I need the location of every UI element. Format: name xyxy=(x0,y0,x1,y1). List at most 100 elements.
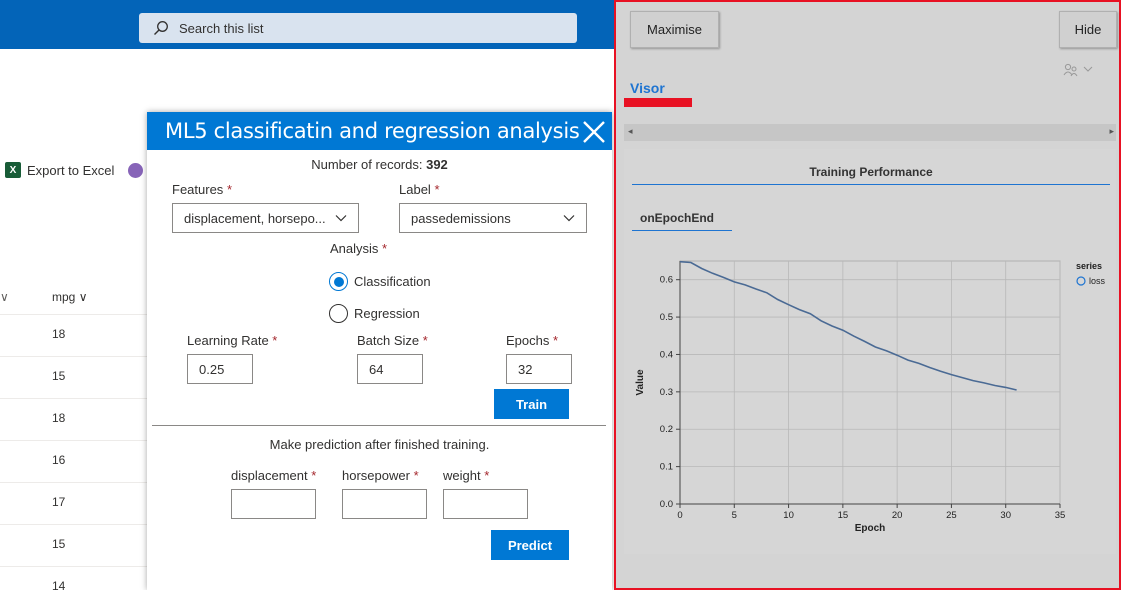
epochs-input[interactable]: 32 xyxy=(506,354,572,384)
features-label: Features * xyxy=(172,182,232,197)
tab-scrollbar[interactable]: ◂ ▸ xyxy=(624,124,1116,141)
scroll-left-icon[interactable]: ◂ xyxy=(628,126,633,137)
y-tick-label: 0.4 xyxy=(660,349,673,360)
learning-rate-label-text: Learning Rate xyxy=(187,333,269,348)
train-button[interactable]: Train xyxy=(494,389,569,419)
dialog-header: ML5 classificatin and regression analysi… xyxy=(147,112,612,150)
chevron-down-icon xyxy=(563,215,575,222)
epochs-value: 32 xyxy=(518,361,533,377)
x-tick-label: 20 xyxy=(892,510,903,521)
pred-label-text: horsepower xyxy=(342,468,410,483)
visor-title-highlight xyxy=(624,98,692,107)
suite-header: Search this list xyxy=(0,0,614,49)
list-row[interactable]: 14 xyxy=(0,566,150,590)
maximise-button[interactable]: Maximise xyxy=(630,11,719,48)
scroll-right-icon[interactable]: ▸ xyxy=(1109,126,1114,137)
export-to-excel-button[interactable]: Export to Excel xyxy=(27,163,114,178)
y-tick-label: 0.3 xyxy=(660,387,673,398)
epochs-label-text: Epochs xyxy=(506,333,550,348)
radio-classification[interactable]: Classification xyxy=(329,272,431,291)
radio-label: Regression xyxy=(354,306,420,321)
y-tick-label: 0.2 xyxy=(660,424,673,435)
surface-title: Training Performance xyxy=(809,165,933,179)
records-count-text: Number of records: 392 xyxy=(147,157,612,172)
label-label: Label * xyxy=(399,182,440,197)
ml5-dialog: ML5 classificatin and regression analysi… xyxy=(147,112,612,590)
visor-surface: Training Performance onEpochEnd 0 5 10 15 20… xyxy=(624,149,1116,554)
prediction-note: Make prediction after finished training. xyxy=(269,437,490,452)
x-tick-label: 10 xyxy=(783,510,794,521)
pred-horsepower-label: horsepower * xyxy=(342,468,419,483)
pred-horsepower-input[interactable] xyxy=(342,489,427,519)
column-header-mpg[interactable]: mpg ∨ xyxy=(52,290,87,304)
y-tick-label: 0.0 xyxy=(660,499,673,510)
required-mark: * xyxy=(413,468,419,483)
chevron-down-icon xyxy=(335,215,347,222)
records-label: Number of records: xyxy=(311,157,423,172)
list-row[interactable]: 15 xyxy=(0,524,150,566)
radio-selected-icon xyxy=(329,272,348,291)
features-value: displacement, horsepo... xyxy=(184,210,326,226)
list-row[interactable]: 17 xyxy=(0,482,150,524)
required-mark: * xyxy=(553,333,559,348)
plot-area xyxy=(679,260,1061,505)
legend-marker-icon xyxy=(1076,276,1086,286)
predict-button[interactable]: Predict xyxy=(491,530,569,560)
y-tick-label: 0.5 xyxy=(660,312,673,323)
required-mark: * xyxy=(272,333,278,348)
hide-button[interactable]: Hide xyxy=(1059,11,1117,48)
search-placeholder: Search this list xyxy=(179,20,264,36)
learning-rate-input[interactable]: 0.25 xyxy=(187,354,253,384)
surface-title-underline xyxy=(632,184,1110,185)
pred-weight-input[interactable] xyxy=(443,489,528,519)
batch-size-value: 64 xyxy=(369,361,384,377)
batch-size-input[interactable]: 64 xyxy=(357,354,423,384)
close-icon[interactable] xyxy=(580,118,608,146)
tab-onepochend[interactable]: onEpochEnd xyxy=(640,211,714,225)
pred-label-text: weight xyxy=(443,468,481,483)
power-apps-icon[interactable] xyxy=(128,162,144,178)
radio-label: Classification xyxy=(354,274,431,289)
pred-weight-label: weight * xyxy=(443,468,489,483)
dialog-title: ML5 classificatin and regression analysi… xyxy=(165,119,580,143)
analysis-label: Analysis * xyxy=(330,241,387,256)
required-mark: * xyxy=(382,241,388,256)
cell-mpg: 17 xyxy=(52,495,66,509)
x-tick-label: 15 xyxy=(838,510,849,521)
visor-panel: Maximise Hide Visor ◂ ▸ Training Perform… xyxy=(614,0,1121,590)
required-mark: * xyxy=(226,182,232,197)
y-axis-label: Value xyxy=(635,369,646,396)
people-settings-icon[interactable] xyxy=(1063,62,1093,78)
cell-mpg: 18 xyxy=(52,327,66,341)
batch-size-label-text: Batch Size xyxy=(357,333,420,348)
required-mark: * xyxy=(484,468,490,483)
loss-line-chart: 0 5 10 15 20 25 30 35 0.0 0.1 0.2 0.3 0.4 0.5 0.6 Epo… xyxy=(635,260,1106,534)
required-mark: * xyxy=(422,333,428,348)
y-tick-label: 0.6 xyxy=(660,275,673,286)
visor-title: Visor xyxy=(630,80,665,96)
features-label-text: Features xyxy=(172,182,224,197)
pred-displacement-input[interactable] xyxy=(231,489,316,519)
features-dropdown[interactable]: displacement, horsepo... xyxy=(172,203,359,233)
list-row[interactable]: 15 xyxy=(0,356,150,398)
learning-rate-label: Learning Rate * xyxy=(187,333,277,348)
batch-size-label: Batch Size * xyxy=(357,333,428,348)
records-count: 392 xyxy=(426,157,448,172)
list-row[interactable]: 18 xyxy=(0,398,150,440)
column-header-label: mpg xyxy=(52,290,76,304)
list-row[interactable]: 18 xyxy=(0,314,150,356)
legend-entry-loss: loss xyxy=(1089,276,1106,286)
x-tick-label: 0 xyxy=(677,510,682,521)
tab-underline xyxy=(632,230,732,231)
x-tick-label: 35 xyxy=(1055,510,1066,521)
column-chevron-down-icon[interactable]: ∨ xyxy=(0,290,9,304)
radio-unselected-icon xyxy=(329,304,348,323)
cell-mpg: 14 xyxy=(52,579,66,590)
radio-regression[interactable]: Regression xyxy=(329,304,420,323)
search-box[interactable]: Search this list xyxy=(139,13,577,43)
label-dropdown[interactable]: passedemissions xyxy=(399,203,587,233)
list-row[interactable]: 16 xyxy=(0,440,150,482)
excel-icon: X xyxy=(5,162,21,178)
cell-mpg: 15 xyxy=(52,369,66,383)
pred-displacement-label: displacement * xyxy=(231,468,316,483)
